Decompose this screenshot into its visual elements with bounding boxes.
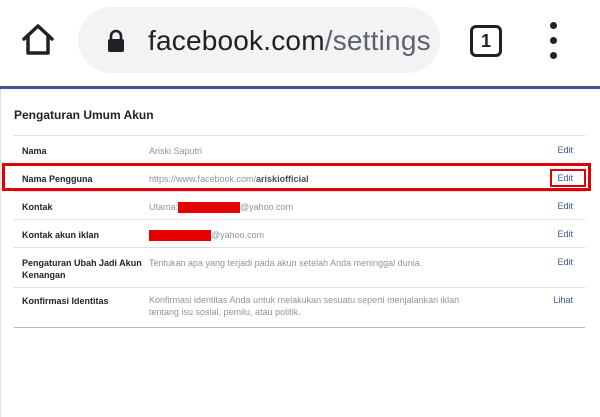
url-domain: facebook.com (148, 25, 325, 56)
edit-name-link[interactable]: Edit (557, 145, 573, 155)
browser-toolbar: facebook.com/settings 1 (0, 0, 600, 86)
row-value: @yahoo.com (149, 229, 479, 242)
row-label: Kontak (22, 202, 53, 212)
settings-panel: Pengaturan Umum Akun Nama Ariski Saputri… (0, 89, 600, 417)
address-bar[interactable]: facebook.com/settings (78, 7, 440, 73)
row-label: Kontak akun iklan (22, 230, 100, 240)
url-text: facebook.com/settings (148, 25, 431, 57)
redaction-box (149, 230, 211, 242)
overflow-menu-icon[interactable] (542, 22, 566, 60)
home-icon[interactable] (20, 22, 56, 58)
username-row-highlight (2, 163, 591, 191)
redaction-box (178, 202, 241, 214)
settings-row-identity: Konfirmasi Identitas Konfirmasi identita… (14, 288, 585, 328)
edit-ad-contact-link[interactable]: Edit (557, 229, 573, 239)
settings-row-contact: Kontak Utama: @yahoo.com Edit (14, 192, 585, 220)
settings-title: Pengaturan Umum Akun (14, 108, 154, 122)
row-value: Konfirmasi identitas Anda untuk melakuka… (149, 295, 460, 317)
ad-contact-email-domain: @yahoo.com (211, 230, 265, 240)
panel-border (0, 89, 1, 417)
username-edit-highlight (550, 169, 586, 187)
row-label: Nama (22, 146, 47, 156)
contact-email-domain: @yahoo.com (240, 202, 294, 212)
bottom-divider (14, 327, 585, 328)
edit-contact-link[interactable]: Edit (557, 201, 573, 211)
settings-row-name: Nama Ariski Saputri Edit (14, 136, 585, 164)
row-label: Konfirmasi Identitas (22, 296, 109, 306)
settings-row-memorialization: Pengaturan Ubah Jadi Akun Kenangan Tentu… (14, 248, 585, 288)
row-label: Pengaturan Ubah Jadi Akun Kenangan (22, 258, 142, 280)
edit-memorialization-link[interactable]: Edit (557, 257, 573, 267)
settings-row-ad-contact: Kontak akun iklan @yahoo.com Edit (14, 220, 585, 248)
contact-primary-label: Utama: (149, 202, 179, 212)
row-value: Ariski Saputri (149, 146, 203, 156)
lock-icon (108, 29, 124, 52)
url-path: /settings (324, 25, 431, 56)
tab-switcher-icon[interactable]: 1 (470, 25, 502, 57)
row-value: Utama: @yahoo.com (149, 201, 479, 214)
view-identity-link[interactable]: Lihat (553, 295, 573, 305)
row-value: Tentukan apa yang terjadi pada akun sete… (149, 258, 423, 268)
tab-count: 1 (480, 31, 491, 51)
